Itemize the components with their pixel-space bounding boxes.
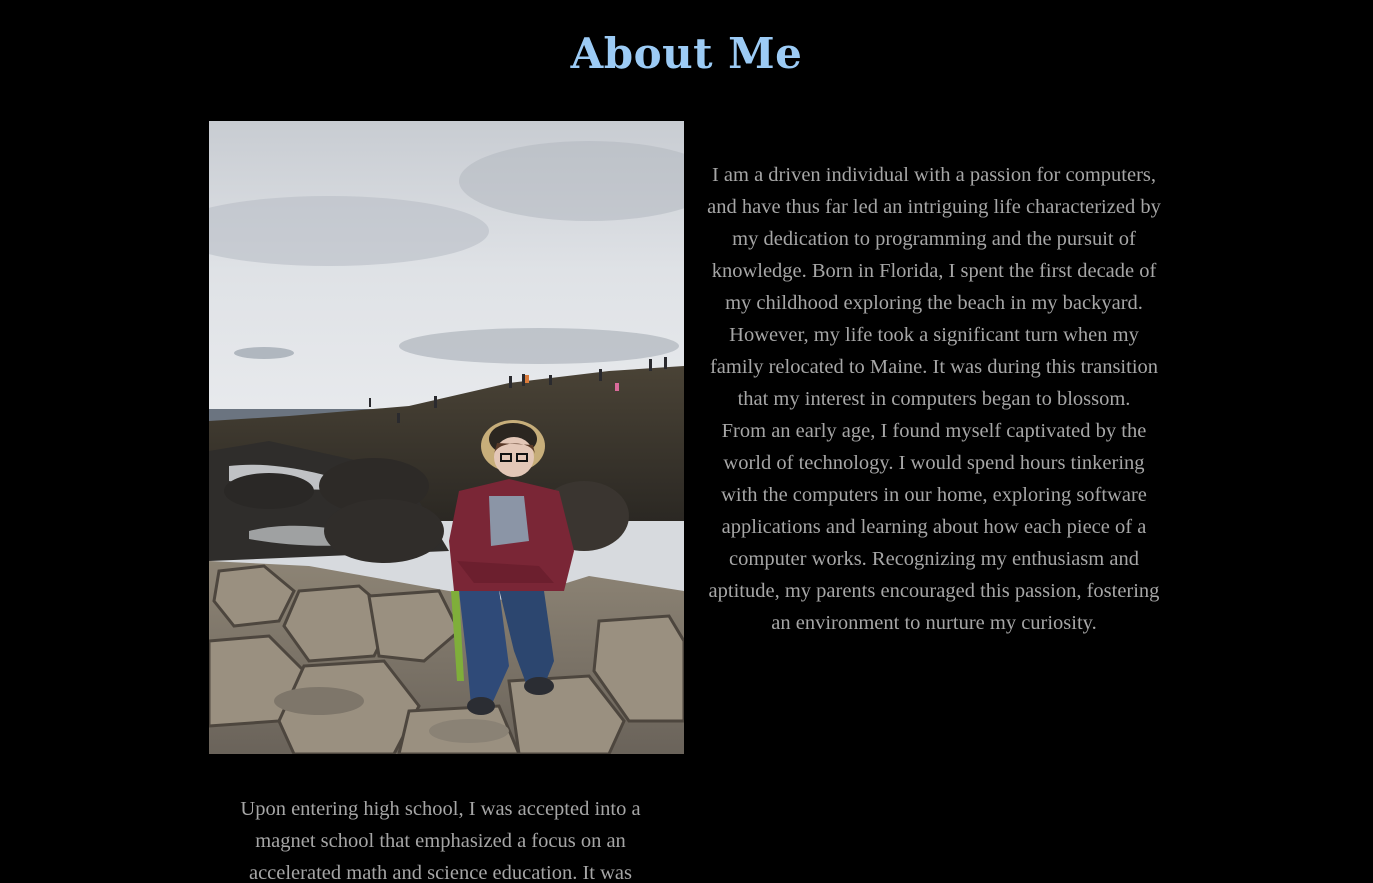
bio-paragraph-2: From an early age, I found myself captiv… bbox=[708, 420, 1160, 634]
bio-paragraph-1: I am a driven individual with a passion … bbox=[707, 164, 1161, 410]
page-title: About Me bbox=[570, 29, 803, 78]
bio-paragraph-3: Upon entering high school, I was accepte… bbox=[240, 798, 641, 883]
bio-bottom-column: Upon entering high school, I was accepte… bbox=[209, 793, 672, 883]
portrait-photo bbox=[209, 121, 684, 754]
bio-text-column: I am a driven individual with a passion … bbox=[706, 159, 1162, 639]
